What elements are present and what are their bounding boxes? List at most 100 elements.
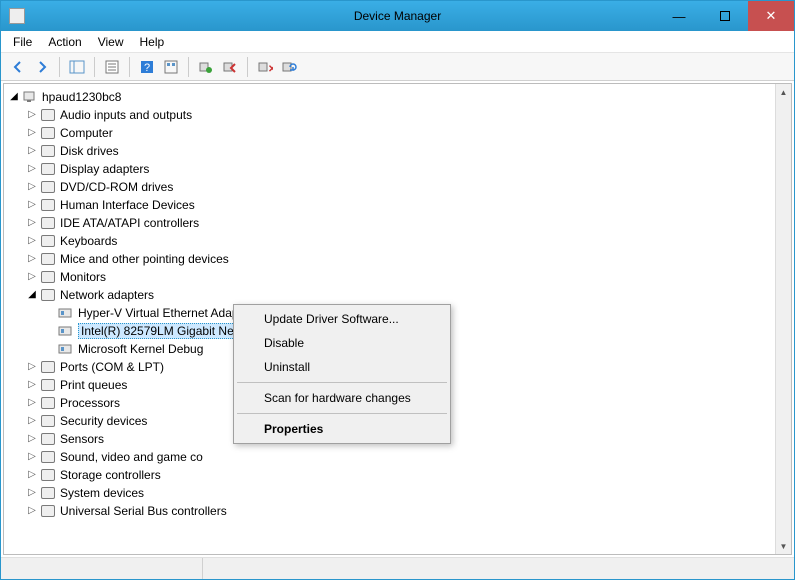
expander-icon[interactable]: ▷ bbox=[26, 379, 38, 391]
category-label: Universal Serial Bus controllers bbox=[60, 504, 227, 518]
category-label: System devices bbox=[60, 486, 144, 500]
ctx-disable[interactable]: Disable bbox=[236, 331, 448, 355]
category-label: Network adapters bbox=[60, 288, 154, 302]
expander-icon[interactable]: ▷ bbox=[26, 145, 38, 157]
forward-icon[interactable] bbox=[31, 56, 53, 78]
properties-toolbar-icon[interactable] bbox=[101, 56, 123, 78]
expander-icon[interactable]: ▷ bbox=[26, 235, 38, 247]
menu-file[interactable]: File bbox=[5, 32, 40, 52]
expander-icon[interactable]: ▷ bbox=[26, 505, 38, 517]
expander-icon[interactable]: ▷ bbox=[26, 271, 38, 283]
expander-icon[interactable]: ▷ bbox=[26, 397, 38, 409]
maximize-button[interactable] bbox=[702, 1, 748, 31]
device-icon bbox=[40, 413, 56, 429]
tree-category[interactable]: ▷ Storage controllers bbox=[8, 466, 775, 484]
statusbar-pane-1 bbox=[1, 558, 203, 579]
scan-hardware-toolbar-icon[interactable] bbox=[278, 56, 300, 78]
toolbar-separator bbox=[129, 57, 130, 77]
expander-icon[interactable]: ▷ bbox=[26, 451, 38, 463]
device-icon bbox=[40, 287, 56, 303]
statusbar-pane-2 bbox=[203, 558, 794, 579]
device-icon bbox=[40, 125, 56, 141]
minimize-button[interactable]: — bbox=[656, 1, 702, 31]
expander-icon[interactable]: ▷ bbox=[26, 127, 38, 139]
close-button[interactable]: ✕ bbox=[748, 1, 794, 31]
tree-category[interactable]: ▷ Disk drives bbox=[8, 142, 775, 160]
category-label: Audio inputs and outputs bbox=[60, 108, 192, 122]
context-menu: Update Driver Software... Disable Uninst… bbox=[233, 304, 451, 444]
vertical-scrollbar[interactable]: ▲ ▼ bbox=[775, 84, 791, 554]
category-label: Keyboards bbox=[60, 234, 117, 248]
expander-icon[interactable]: ▷ bbox=[26, 433, 38, 445]
device-icon bbox=[40, 107, 56, 123]
expander-icon[interactable]: ▷ bbox=[26, 217, 38, 229]
tree-category[interactable]: ▷ Human Interface Devices bbox=[8, 196, 775, 214]
toolbar-separator bbox=[59, 57, 60, 77]
disable-toolbar-icon[interactable] bbox=[219, 56, 241, 78]
tree-category[interactable]: ▷ Display adapters bbox=[8, 160, 775, 178]
expander-icon[interactable]: ◢ bbox=[26, 289, 38, 301]
category-label: Human Interface Devices bbox=[60, 198, 195, 212]
device-icon bbox=[40, 269, 56, 285]
tree-category[interactable]: ▷ Universal Serial Bus controllers bbox=[8, 502, 775, 520]
ctx-update-driver[interactable]: Update Driver Software... bbox=[236, 307, 448, 331]
category-label: Computer bbox=[60, 126, 113, 140]
ctx-scan-hardware[interactable]: Scan for hardware changes bbox=[236, 386, 448, 410]
show-hide-console-tree-icon[interactable] bbox=[66, 56, 88, 78]
device-icon bbox=[40, 359, 56, 375]
expander-icon[interactable]: ◢ bbox=[8, 91, 20, 103]
scroll-up-icon[interactable]: ▲ bbox=[776, 84, 791, 100]
svg-text:?: ? bbox=[144, 62, 150, 74]
device-icon bbox=[40, 233, 56, 249]
tree-category[interactable]: ◢ Network adapters bbox=[8, 286, 775, 304]
scroll-down-icon[interactable]: ▼ bbox=[776, 538, 791, 554]
toolbar-separator bbox=[247, 57, 248, 77]
menubar: File Action View Help bbox=[1, 31, 794, 53]
help-toolbar-icon[interactable]: ? bbox=[136, 56, 158, 78]
tree-category[interactable]: ▷Mice and other pointing devices bbox=[8, 250, 775, 268]
expander-icon[interactable]: ▷ bbox=[26, 199, 38, 211]
uninstall-toolbar-icon[interactable]: ✕ bbox=[254, 56, 276, 78]
expander-icon[interactable]: ▷ bbox=[26, 181, 38, 193]
ctx-uninstall[interactable]: Uninstall bbox=[236, 355, 448, 379]
tree-root[interactable]: ◢hpaud1230bc8 bbox=[8, 88, 775, 106]
tree-category[interactable]: ▷ Audio inputs and outputs bbox=[8, 106, 775, 124]
device-label: Microsoft Kernel Debug bbox=[78, 342, 203, 356]
category-label: Processors bbox=[60, 396, 120, 410]
device-icon bbox=[40, 215, 56, 231]
category-label: DVD/CD-ROM drives bbox=[60, 180, 173, 194]
statusbar bbox=[1, 557, 794, 579]
menu-view[interactable]: View bbox=[90, 32, 132, 52]
update-driver-toolbar-icon[interactable] bbox=[195, 56, 217, 78]
category-label: Display adapters bbox=[60, 162, 149, 176]
menu-help[interactable]: Help bbox=[132, 32, 173, 52]
tree-category[interactable]: ▷ IDE ATA/ATAPI controllers bbox=[8, 214, 775, 232]
category-label: Storage controllers bbox=[60, 468, 161, 482]
tree-category[interactable]: ▷ Keyboards bbox=[8, 232, 775, 250]
expander-icon[interactable]: ▷ bbox=[26, 253, 38, 265]
tree-category[interactable]: ▷ DVD/CD-ROM drives bbox=[8, 178, 775, 196]
ctx-properties[interactable]: Properties bbox=[236, 417, 448, 441]
expander-icon[interactable]: ▷ bbox=[26, 487, 38, 499]
menu-action[interactable]: Action bbox=[40, 32, 89, 52]
device-icon bbox=[40, 467, 56, 483]
window-title: Device Manager bbox=[354, 9, 441, 23]
expander-icon[interactable]: ▷ bbox=[26, 163, 38, 175]
category-label: Print queues bbox=[60, 378, 127, 392]
toolbar-separator bbox=[188, 57, 189, 77]
expander-icon[interactable]: ▷ bbox=[26, 415, 38, 427]
expander-icon[interactable]: ▷ bbox=[26, 469, 38, 481]
refresh-toolbar-icon[interactable] bbox=[160, 56, 182, 78]
ctx-separator bbox=[237, 382, 447, 383]
expander-icon[interactable]: ▷ bbox=[26, 109, 38, 121]
device-icon bbox=[40, 143, 56, 159]
tree-category[interactable]: ▷Sound, video and game co bbox=[8, 448, 775, 466]
category-label: Disk drives bbox=[60, 144, 119, 158]
category-label: IDE ATA/ATAPI controllers bbox=[60, 216, 199, 230]
back-icon[interactable] bbox=[7, 56, 29, 78]
titlebar: Device Manager — ✕ bbox=[1, 1, 794, 31]
tree-category[interactable]: ▷ Computer bbox=[8, 124, 775, 142]
tree-category[interactable]: ▷ System devices bbox=[8, 484, 775, 502]
tree-category[interactable]: ▷Monitors bbox=[8, 268, 775, 286]
expander-icon[interactable]: ▷ bbox=[26, 361, 38, 373]
